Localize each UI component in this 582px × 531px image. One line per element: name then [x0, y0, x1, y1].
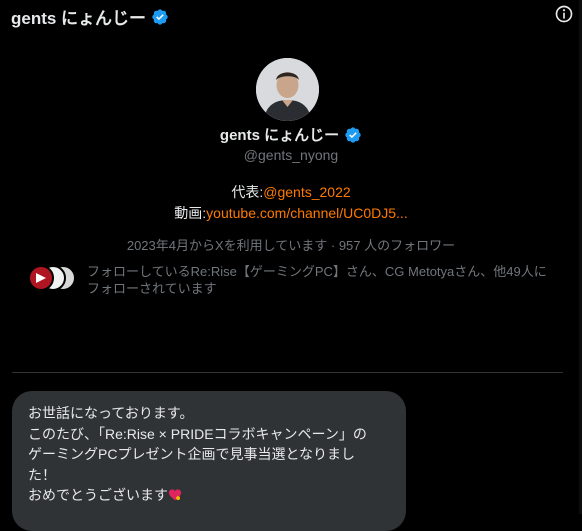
profile-name[interactable]: gents にょんじー [0, 124, 582, 145]
profile-meta: 2023年4月からXを利用しています · 957 人のフォロワー [126, 238, 456, 253]
profile-avatar[interactable] [256, 58, 319, 121]
bio-link-account[interactable]: @gents_2022 [263, 184, 350, 200]
bio-link-youtube[interactable]: youtube.com/channel/UC0DJ5... [206, 205, 408, 221]
message-line-text: おめでとうございます [28, 487, 168, 503]
message-line: た！ [28, 466, 56, 483]
bio-label-video: 動画: [174, 205, 207, 221]
rerise-logo-icon [36, 273, 46, 283]
bio-line-1: 代表:@gents_2022 [0, 182, 582, 203]
profile-name-text: gents にょんじー [219, 127, 340, 144]
bio-label-representative: 代表: [231, 184, 264, 200]
profile-bio: 代表:@gents_2022 動画:youtube.com/channel/UC… [0, 182, 582, 224]
follower-avatar [28, 265, 54, 291]
message-line: ゲーミングPCプレゼント企画で見事当選となりまし [28, 446, 356, 462]
message-line: このたび、「Re:Rise × PRIDEコラボキャンペーン」の [28, 425, 367, 442]
followers-you-know-text: フォローしているRe:Rise【ゲーミングPC】さん、CG Metotyaさん、… [87, 264, 547, 296]
follower-avatars [28, 265, 80, 291]
profile-handle: @gents_nyong [243, 147, 339, 163]
person-photo-icon [256, 58, 319, 121]
conversation-header: gents にょんじー [0, 0, 582, 30]
header-name: gents にょんじー [11, 9, 147, 28]
followers-you-know[interactable]: フォローしているRe:Rise【ゲーミングPC】さん、CG Metotyaさん、… [28, 263, 548, 297]
info-icon[interactable] [554, 4, 574, 24]
message-line-last: おめでとうございます [28, 485, 392, 506]
message-line: お世話になっております。 [28, 405, 194, 421]
verified-badge-icon [152, 8, 168, 25]
message-bubble[interactable]: お世話になっております。 このたび、「Re:Rise × PRIDEコラボキャン… [12, 391, 406, 531]
divider [12, 372, 563, 373]
heart-emoji-icon [168, 489, 182, 501]
verified-badge-icon [345, 126, 361, 143]
bio-line-2: 動画:youtube.com/channel/UC0DJ5... [0, 203, 582, 224]
header-title[interactable]: gents にょんじー [11, 4, 169, 29]
